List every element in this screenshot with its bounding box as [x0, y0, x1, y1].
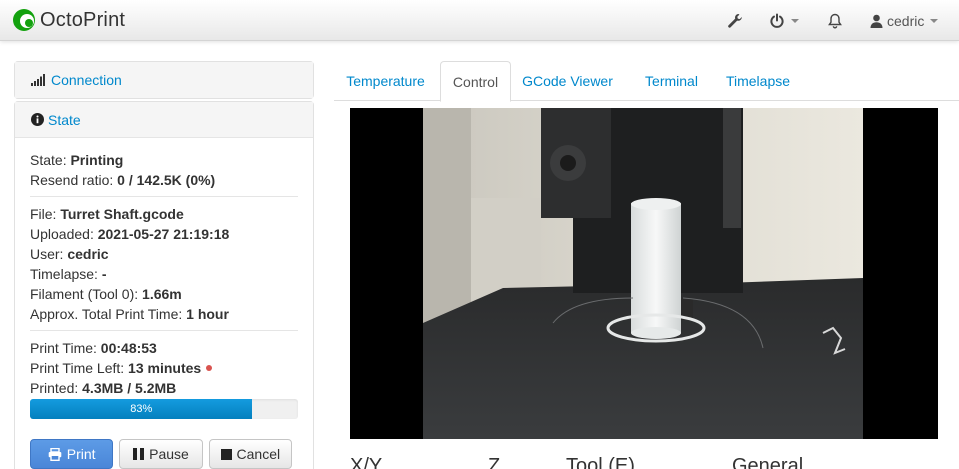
- print-progress-fill: 83%: [30, 399, 253, 419]
- state-value: Printing: [70, 152, 124, 168]
- time-left-line: Print Time Left: 13 minutes: [30, 358, 298, 378]
- settings-wrench-button[interactable]: [724, 0, 746, 41]
- printed-label: Printed:: [30, 380, 83, 396]
- time-left-label: Print Time Left:: [30, 360, 129, 376]
- uploaded-label: Uploaded:: [30, 226, 98, 242]
- navbar: OctoPrint cedric: [0, 0, 959, 41]
- uploaded-value: 2021-05-27 21:19:18: [97, 226, 230, 242]
- user-label: User:: [30, 246, 68, 262]
- connection-panel: Connection: [14, 61, 314, 99]
- uploaded-line: Uploaded: 2021-05-27 21:19:18: [30, 224, 298, 244]
- brand-link[interactable]: OctoPrint: [12, 7, 125, 33]
- state-panel-header[interactable]: State: [15, 102, 313, 138]
- z-section-heading: Z: [488, 455, 501, 469]
- divider: [30, 330, 298, 331]
- timelapse-value: -: [101, 266, 107, 282]
- brand-name: OctoPrint: [40, 8, 126, 31]
- user-value: cedric: [67, 246, 109, 262]
- user-menu-button[interactable]: cedric: [870, 0, 942, 41]
- info-icon: [31, 113, 44, 126]
- user-icon: [870, 14, 883, 28]
- time-left-value: 13 minutes: [128, 360, 202, 376]
- main-tabs: Temperature Control GCode Viewer Termina…: [334, 61, 959, 102]
- print-time-value: 00:48:53: [100, 340, 157, 356]
- state-details: State: Printing Resend ratio: 0 / 142.5K…: [15, 138, 313, 469]
- file-label: File:: [30, 206, 61, 222]
- tool-section-heading: Tool (E): [566, 455, 635, 469]
- chevron-down-icon: [930, 18, 939, 23]
- divider: [30, 196, 298, 197]
- webcam-stream[interactable]: [350, 108, 938, 439]
- username-label: cedric: [887, 12, 925, 29]
- file-line: File: Turret Shaft.gcode: [30, 204, 298, 224]
- pause-button-label: Pause: [149, 446, 189, 462]
- stop-icon: [220, 448, 232, 460]
- connection-link[interactable]: Connection: [51, 72, 122, 88]
- estimate-status-dot-icon[interactable]: [206, 365, 213, 372]
- power-icon: [770, 13, 784, 28]
- connection-panel-header[interactable]: Connection: [15, 62, 313, 98]
- tab-control[interactable]: Control: [440, 61, 511, 102]
- printer-icon: [48, 447, 62, 461]
- user-line: User: cedric: [30, 244, 298, 264]
- cancel-button[interactable]: Cancel: [208, 439, 292, 469]
- xy-section-heading: X/Y: [350, 455, 383, 469]
- state-link[interactable]: State: [48, 112, 81, 128]
- pause-icon: [133, 448, 145, 460]
- control-sections: X/Y Z Tool (E) General: [350, 455, 950, 469]
- filament-line: Filament (Tool 0): 1.66m: [30, 284, 298, 304]
- approx-time-label: Approx. Total Print Time:: [30, 306, 187, 322]
- approx-time-line: Approx. Total Print Time: 1 hour: [30, 304, 298, 324]
- filament-value: 1.66m: [142, 286, 182, 302]
- tab-gcode-viewer[interactable]: GCode Viewer: [515, 61, 620, 101]
- signal-icon: [31, 74, 47, 86]
- state-line: State: Printing: [30, 150, 298, 170]
- resend-value: 0 / 142.5K (0%): [117, 172, 216, 188]
- state-panel: State State: Printing Resend ratio: 0 / …: [14, 101, 314, 469]
- tab-timelapse[interactable]: Timelapse: [718, 61, 798, 101]
- filament-label: Filament (Tool 0):: [30, 286, 143, 302]
- chevron-down-icon: [791, 18, 799, 23]
- wrench-icon: [728, 13, 742, 28]
- bell-icon: [828, 13, 842, 28]
- print-time-label: Print Time:: [30, 340, 101, 356]
- print-button[interactable]: Print: [30, 439, 114, 469]
- timelapse-label: Timelapse:: [30, 266, 102, 282]
- printed-value: 4.3MB / 5.2MB: [82, 380, 177, 396]
- notifications-button[interactable]: [826, 0, 844, 41]
- job-controls: Print Pause Cancel: [30, 439, 298, 469]
- print-progress-bar: 83%: [30, 399, 298, 419]
- resend-line: Resend ratio: 0 / 142.5K (0%): [30, 170, 298, 190]
- system-menu-button[interactable]: [769, 0, 801, 41]
- printed-line: Printed: 4.3MB / 5.2MB: [30, 378, 298, 398]
- webcam-image: [423, 108, 863, 439]
- resend-label: Resend ratio:: [30, 172, 118, 188]
- general-section-heading: General: [732, 455, 804, 469]
- approx-time-value: 1 hour: [186, 306, 229, 322]
- pause-button[interactable]: Pause: [119, 439, 203, 469]
- state-label: State:: [30, 152, 71, 168]
- timelapse-line: Timelapse: -: [30, 264, 298, 284]
- tab-temperature[interactable]: Temperature: [334, 61, 437, 101]
- print-button-label: Print: [66, 446, 96, 462]
- print-time-line: Print Time: 00:48:53: [30, 338, 298, 358]
- file-value: Turret Shaft.gcode: [60, 206, 184, 222]
- tab-terminal[interactable]: Terminal: [634, 61, 709, 101]
- cancel-button-label: Cancel: [236, 446, 281, 462]
- octoprint-logo-icon: [13, 9, 35, 31]
